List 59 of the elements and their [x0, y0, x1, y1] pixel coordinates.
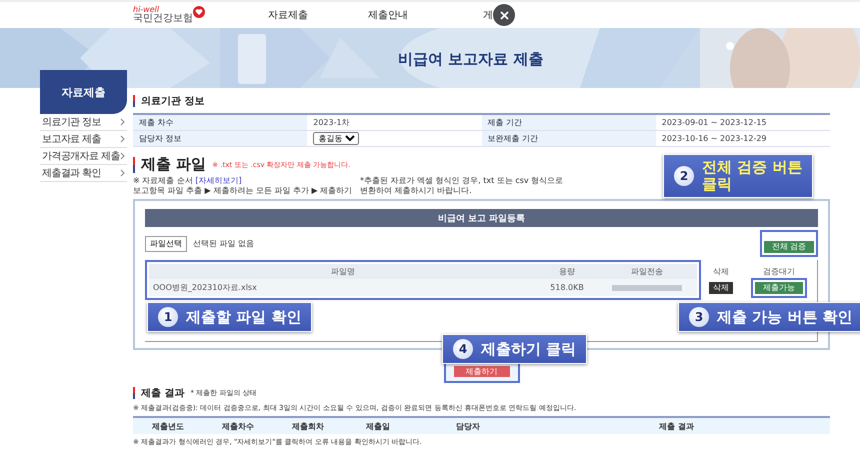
order-text: ※ 자료제출 순서 [자세히보기] — [133, 176, 243, 186]
nav-link[interactable]: 자료제출 — [238, 8, 338, 22]
sidebar-item[interactable]: 보고자료 제출 — [40, 131, 127, 148]
nav-link[interactable]: 게 — [438, 8, 538, 22]
sidebar-item[interactable]: 가격공개자료 제출 — [40, 148, 127, 165]
close-icon — [500, 10, 508, 20]
submit-button[interactable]: 제출하기 — [454, 366, 510, 377]
section-heading: 제출 파일 — [141, 155, 206, 174]
step-badge: 3 — [689, 307, 709, 327]
heart-icon — [193, 6, 205, 18]
progress-bar — [612, 284, 682, 290]
column-header: 파일명 — [149, 264, 537, 279]
format-hint: *추출된 자료가 엑셀 형식인 경우, txt 또는 csv 형식으로 — [360, 176, 564, 186]
upload-title: 비급여 보고 파일등록 — [145, 209, 818, 227]
column-header: 제출회차 — [291, 420, 325, 432]
details-link[interactable]: [자세히보기] — [195, 176, 242, 185]
chevron-icon — [120, 135, 125, 143]
chevron-icon — [120, 169, 125, 177]
callout-text: 제출 가능 버튼 확인 — [717, 308, 853, 326]
logo-tagline: hi-well — [133, 6, 160, 14]
section-heading: 제출 결과 — [141, 387, 184, 400]
column-header: 제출일 — [365, 420, 391, 432]
column-header: 제출차수 — [221, 420, 255, 432]
column-header: 용량 — [537, 264, 597, 279]
chevron-icon — [120, 152, 125, 160]
column-header: 제출 결과 — [658, 420, 695, 432]
column-header: 담당자 — [455, 420, 481, 432]
sidebar-item[interactable]: 제출결과 확인 — [40, 165, 127, 182]
verify-all-button[interactable]: 전체 검증 — [764, 240, 814, 252]
label-cell: 제출 차수 — [133, 115, 308, 131]
step-badge: 4 — [453, 339, 473, 359]
label-cell: 제출 기간 — [482, 115, 656, 131]
column-header: 파일전송 — [597, 264, 697, 279]
label-cell: 담당자 정보 — [133, 131, 308, 147]
choose-file-button[interactable]: 파일선택 — [145, 236, 187, 252]
callout-text: 제출할 파일 확인 — [186, 308, 302, 326]
file-status: 선택된 파일 없음 — [193, 238, 254, 248]
sidebar-item[interactable]: 의료기관 정보 — [40, 114, 127, 131]
step-badge: 2 — [674, 166, 694, 186]
file-size: 518.0KB — [537, 279, 597, 296]
format-hint: 변환하여 제출하시기 바랍니다. — [360, 186, 473, 196]
submittable-button[interactable]: 제출가능 — [755, 282, 803, 294]
file-name: OOO병원_202310자료.xlsx — [149, 279, 537, 296]
close-button[interactable] — [493, 4, 515, 26]
sidebar-title: 자료제출 — [40, 70, 127, 114]
column-header: 제출년도 — [151, 420, 185, 432]
section-heading: 의료기관 정보 — [141, 95, 204, 108]
callout-text: 클릭 — [702, 176, 733, 193]
manager-select[interactable]: 홍길동 — [313, 132, 360, 145]
label-cell: 보완제출 기간 — [482, 131, 656, 147]
callout-text: 제출하기 클릭 — [481, 340, 576, 358]
delete-button[interactable]: 삭제 — [709, 282, 733, 294]
logo-name: 국민건강보험 — [133, 14, 193, 24]
banner-title: 비급여 보고자료 제출 — [398, 50, 544, 69]
nav-link[interactable]: 제출안내 — [338, 8, 438, 22]
chevron-icon — [120, 118, 125, 126]
order-steps: 보고항목 파일 추출 ▶ 제출하려는 모든 파일 추가 ▶ 제출하기 — [133, 186, 360, 196]
step-badge: 1 — [158, 307, 178, 327]
callout-text: 전체 검증 버튼 — [702, 159, 802, 176]
